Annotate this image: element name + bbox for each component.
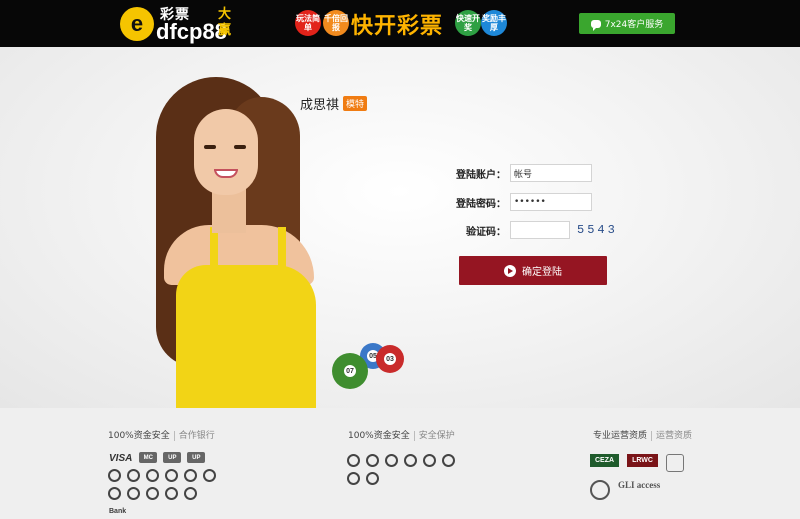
bank-icon (127, 487, 140, 500)
bank-icon (165, 469, 178, 482)
lottery-ball: 07 (332, 353, 368, 389)
security-logos (347, 454, 459, 485)
password-input[interactable]: •••••• (510, 193, 592, 211)
bitdefender-icon (442, 454, 455, 467)
license-logos: CEZA LRWC GLI access (590, 454, 690, 500)
captcha-input[interactable] (510, 221, 570, 239)
bank-icon (108, 469, 121, 482)
promo-title: 快开彩票 (351, 14, 444, 39)
arrow-right-icon (504, 264, 516, 277)
promo-badge-return: 千倍回报 (323, 10, 349, 36)
account-label: 登陆账户： (456, 169, 506, 181)
ceza-license-logo: CEZA (590, 454, 620, 467)
login-button-label: 确定登陆 (522, 267, 562, 278)
logo-e-icon: e (120, 7, 154, 41)
bank-icon (184, 487, 197, 500)
model-name: 成思祺 模特 (300, 94, 368, 113)
security-icon (366, 472, 379, 485)
security-icon (347, 472, 360, 485)
lrwc-license-logo: LRWC (627, 454, 658, 467)
visa-logo: VISA (109, 452, 133, 464)
model-name-text: 成思祺 (300, 98, 340, 113)
top-bar: e 彩票 dfcp88 大赢 玩法简单 千倍回报 快开彩票 快速开奖 奖励丰厚 … (0, 0, 800, 47)
promo-badge-reward: 奖励丰厚 (481, 10, 507, 36)
logo-brand-en: dfcp88 (156, 19, 227, 44)
password-row: 登陆密码： •••••• (440, 193, 592, 211)
yinlian-icon: UP (187, 452, 206, 463)
captcha-image[interactable]: 5543 (577, 223, 618, 237)
security-section-title: 100%资金安全 安全保护 (348, 431, 455, 441)
captcha-label: 验证码： (466, 226, 506, 238)
bank-icon (203, 469, 216, 482)
certificate-seal-icon (665, 454, 684, 472)
license-section-subtitle: 运营资质 (651, 431, 693, 441)
bank-icon (127, 469, 140, 482)
gli-license-logo: GLI access (618, 480, 661, 490)
chat-icon (590, 19, 601, 31)
login-stage: 05 03 07 成思祺 模特 登陆账户： 帐号 登陆密码： •••••• 验证… (0, 47, 800, 408)
shield-icon (404, 454, 417, 467)
promo-badge-fast: 快速开奖 (455, 10, 481, 36)
norton-icon (366, 454, 379, 467)
license-section-title: 专业运营资质 运营资质 (593, 431, 693, 441)
security-section-subtitle: 安全保护 (413, 431, 455, 441)
model-photo (150, 77, 330, 408)
customer-service-button[interactable]: 7x24客户服务 (579, 13, 675, 34)
promo-badge-simple: 玩法简单 (295, 10, 321, 36)
logo-tagline: 大赢 (218, 7, 232, 38)
account-row: 登陆账户： 帐号 (440, 164, 592, 182)
captcha-row: 验证码： 5543 (440, 221, 618, 239)
avast-icon (423, 454, 436, 467)
bank-text-logo: Bank (109, 507, 127, 515)
promo-banner: 玩法简单 千倍回报 快开彩票 快速开奖 奖励丰厚 (295, 8, 507, 40)
bank-section-title: 100%资金安全 合作银行 (108, 431, 215, 441)
bank-icon (146, 469, 159, 482)
kaspersky-icon (347, 454, 360, 467)
bank-section-subtitle: 合作银行 (173, 431, 215, 441)
bank-icon (146, 487, 159, 500)
lottery-balls-image: 05 03 07 (332, 343, 412, 393)
lottery-ball: 03 (376, 345, 404, 373)
model-badge: 模特 (343, 96, 368, 111)
footer: 100%资金安全 合作银行 VISA MC UP UP Bank 100%资金安全… (0, 408, 800, 519)
mastercard-icon: MC (139, 452, 158, 463)
mcafee-icon (385, 454, 398, 467)
login-button[interactable]: 确定登陆 (459, 256, 607, 285)
customer-service-label: 7x24客户服务 (604, 20, 664, 30)
account-input[interactable]: 帐号 (510, 164, 592, 182)
bank-icon (108, 487, 121, 500)
bank-logos: VISA MC UP UP Bank (108, 452, 218, 517)
site-logo[interactable]: e 彩票 dfcp88 大赢 (120, 5, 240, 44)
round-seal-icon (590, 480, 610, 500)
bank-icon (184, 469, 197, 482)
password-label: 登陆密码： (456, 198, 506, 210)
unionpay-icon: UP (163, 452, 182, 463)
bank-icon (165, 487, 178, 500)
